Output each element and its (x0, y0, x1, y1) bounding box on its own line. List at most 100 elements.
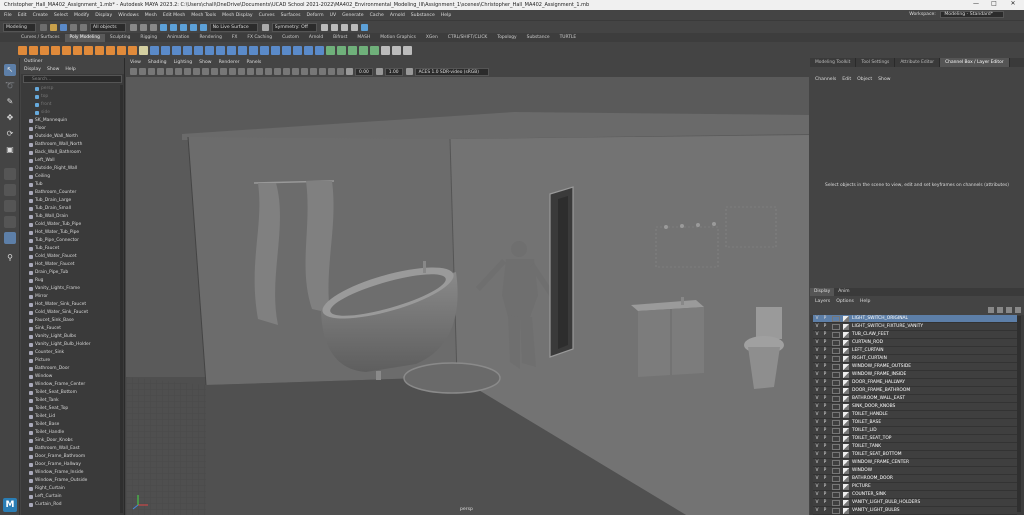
layer-playback-toggle[interactable]: P (821, 427, 829, 435)
textured-icon[interactable] (247, 68, 254, 75)
layer-color-icon[interactable] (843, 443, 849, 450)
outliner-item[interactable]: SK_Mannequin (21, 117, 121, 125)
layer-color-icon[interactable] (843, 491, 849, 498)
layer-color-icon[interactable] (843, 331, 849, 338)
layer-visibility-toggle[interactable]: V (813, 395, 821, 403)
shelf-tab-turtle[interactable]: TURTLE (555, 34, 582, 42)
layer-color-icon[interactable] (843, 355, 849, 362)
save-scene-icon[interactable] (59, 23, 67, 31)
outliner-item[interactable]: Window_Frame_Inside (21, 469, 121, 477)
layer-playback-toggle[interactable]: P (821, 355, 829, 363)
menu-modify[interactable]: Modify (74, 13, 89, 18)
layer-color-icon[interactable] (843, 483, 849, 490)
poly-cube-icon[interactable] (29, 45, 38, 55)
outliner-item[interactable]: Cold_Water_Sink_Faucet (21, 309, 121, 317)
outliner-item[interactable]: Cold_Water_Tub_Pipe (21, 221, 121, 229)
edge-loop-icon[interactable] (282, 45, 291, 55)
outliner-item[interactable]: Vanity_Light_Bulb_Holder (21, 341, 121, 349)
outliner-item[interactable]: Mirror (21, 293, 121, 301)
outliner-layout-icon[interactable] (4, 232, 16, 244)
layer-visibility-toggle[interactable]: V (813, 419, 821, 427)
select-tool-icon[interactable]: ↖ (4, 64, 16, 76)
unfold-icon[interactable] (359, 45, 368, 55)
layer-row[interactable]: V P WINDOW_FRAME_OUTSIDE (813, 363, 1017, 371)
tab-channel-box[interactable]: Channel Box / Layer Editor (940, 58, 1010, 67)
layer-color-icon[interactable] (843, 475, 849, 482)
menu-generate[interactable]: Generate (342, 13, 363, 18)
outliner-item[interactable]: Curtain_Rod (21, 501, 121, 509)
motion-blur-icon[interactable] (283, 68, 290, 75)
tab-tool-settings[interactable]: Tool Settings (856, 58, 896, 67)
shelf-tab-fx[interactable]: FX (227, 34, 243, 42)
layer-visibility-toggle[interactable]: V (813, 427, 821, 435)
camera-attributes-icon[interactable] (139, 68, 146, 75)
layer-display-type-toggle[interactable] (832, 451, 840, 458)
menu-cache[interactable]: Cache (370, 13, 384, 18)
shelf-tab-topology[interactable]: Topology (492, 34, 521, 42)
outliner-item[interactable]: Door_Frame_Hallway (21, 461, 121, 469)
single-pane-layout-icon[interactable] (4, 168, 16, 180)
outliner-item[interactable]: Vanity_Light_Bulbs (21, 333, 121, 341)
outliner-item[interactable]: Toilet_Seat_Top (21, 405, 121, 413)
layer-row[interactable]: V P PICTURE (813, 483, 1017, 491)
outliner-item[interactable]: Toilet_Tank (21, 397, 121, 405)
outliner-item[interactable]: Bathroom_Counter (21, 189, 121, 197)
outliner-item[interactable]: Rug (21, 277, 121, 285)
layer-row[interactable]: V P TOILET_LID (813, 427, 1017, 435)
outliner-item[interactable]: Hot_Water_Tub_Pipe (21, 229, 121, 237)
outliner-item[interactable]: Toilet_Lid (21, 413, 121, 421)
film-gate-icon[interactable] (175, 68, 182, 75)
layer-playback-toggle[interactable]: P (821, 363, 829, 371)
layer-visibility-toggle[interactable]: V (813, 331, 821, 339)
new-layer-selected-icon[interactable] (1015, 307, 1021, 313)
viewport-menu-shading[interactable]: Shading (148, 60, 167, 65)
menu-mesh-display[interactable]: Mesh Display (222, 13, 253, 18)
layer-row[interactable]: V P BATHROOM_WALL_EAST (813, 395, 1017, 403)
layer-display-type-toggle[interactable] (832, 499, 840, 506)
layer-display-type-toggle[interactable] (832, 435, 840, 442)
layer-color-icon[interactable] (843, 451, 849, 458)
move-layer-down-icon[interactable] (997, 307, 1003, 313)
menu-edit-mesh[interactable]: Edit Mesh (163, 13, 185, 18)
shelf-tab-poly-modeling[interactable]: Poly Modeling (64, 34, 105, 42)
wireframe-icon[interactable] (220, 68, 227, 75)
select-component-icon[interactable] (149, 23, 157, 31)
menu-surfaces[interactable]: Surfaces (281, 13, 301, 18)
outliner-item[interactable]: Door_Frame_Bathroom (21, 453, 121, 461)
outliner-item[interactable]: Window_Frame_Center (21, 381, 121, 389)
outliner-item[interactable]: Window_Frame_Outside (21, 477, 121, 485)
layer-row[interactable]: V P LEFT_CURTAIN (813, 347, 1017, 355)
separate-icon[interactable] (161, 45, 170, 55)
poly-cone-icon[interactable] (51, 45, 60, 55)
screen-space-ao-icon[interactable] (274, 68, 281, 75)
outliner-item[interactable]: Bathroom_Wall_North (21, 141, 121, 149)
layer-row[interactable]: V P VANITY_LIGHT_BULBS (813, 507, 1017, 515)
layer-display-type-toggle[interactable] (832, 467, 840, 474)
layer-menu-layers[interactable]: Layers (815, 299, 830, 304)
mirror-icon[interactable] (194, 45, 203, 55)
menu-display[interactable]: Display (95, 13, 112, 18)
layer-row[interactable]: V P TOILET_SEAT_TOP (813, 435, 1017, 443)
select-object-icon[interactable] (139, 23, 147, 31)
select-hierarchy-icon[interactable] (129, 23, 137, 31)
layer-playback-toggle[interactable]: P (821, 379, 829, 387)
outliner-item[interactable]: Outside_Wall_North (21, 133, 121, 141)
layer-row[interactable]: V P RIGHT_CURTAIN (813, 355, 1017, 363)
maximize-button[interactable]: □ (986, 0, 1002, 10)
viewport-menu-panels[interactable]: Panels (247, 60, 262, 65)
menu-arnold[interactable]: Arnold (390, 13, 405, 18)
snap-surface-icon[interactable] (199, 23, 207, 31)
delete-history-icon[interactable] (381, 45, 390, 55)
svg-icon[interactable] (128, 45, 137, 55)
layer-playback-toggle[interactable]: P (821, 459, 829, 467)
layer-playback-toggle[interactable]: P (821, 483, 829, 491)
layer-visibility-toggle[interactable]: V (813, 379, 821, 387)
shelf-tab-animation[interactable]: Animation (162, 34, 194, 42)
outliner-item[interactable]: Bathroom_Door (21, 365, 121, 373)
layer-color-icon[interactable] (843, 363, 849, 370)
outliner-scrollbar[interactable] (120, 85, 123, 513)
layer-display-type-toggle[interactable] (832, 491, 840, 498)
outliner-item[interactable]: Toilet_Base (21, 421, 121, 429)
uv-editor-icon[interactable] (326, 45, 335, 55)
poly-plane-icon[interactable] (73, 45, 82, 55)
